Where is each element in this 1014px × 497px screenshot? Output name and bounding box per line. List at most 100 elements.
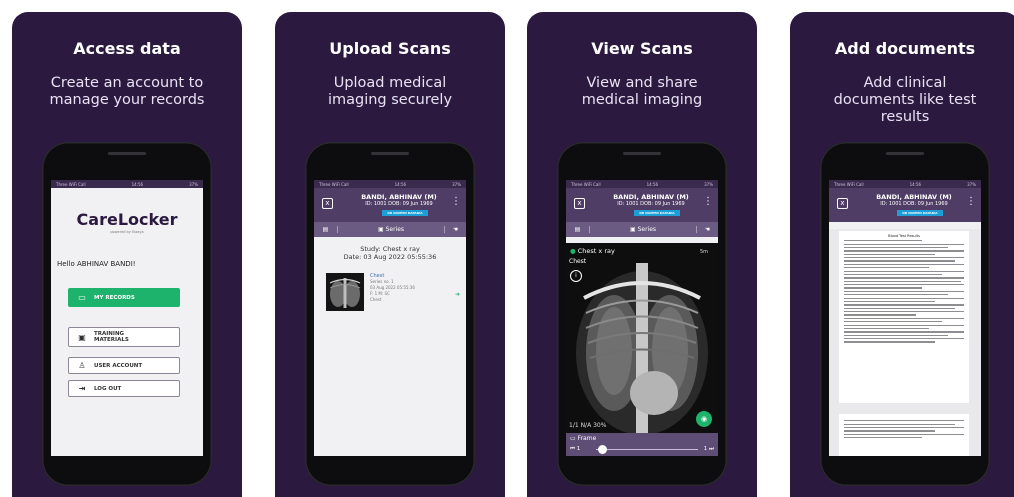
share-arrow-icon[interactable]: ➜ bbox=[455, 291, 460, 298]
tab-series[interactable]: ▣ Series bbox=[590, 226, 696, 233]
hand-tool-icon[interactable]: ☚ bbox=[696, 226, 718, 233]
more-icon[interactable]: ⋮ bbox=[451, 197, 461, 207]
login-screen: Three WiFi Call 14:56 37% CareLocker pow… bbox=[51, 180, 203, 456]
phone-speaker bbox=[108, 152, 146, 155]
phone-frame: Three WiFi Call 14:56 37% x BANDI, ABHIN… bbox=[305, 142, 475, 486]
status-bar: Three WiFi Call 14:56 37% bbox=[51, 180, 203, 188]
chest-xray-image bbox=[566, 243, 718, 433]
card-title: Add documents bbox=[834, 39, 976, 58]
frame-end: 1 ⏭ bbox=[704, 446, 714, 453]
patient-header: x BANDI, ABHINAV (M) ID: 1001 DOB: 09 Ju… bbox=[829, 188, 981, 222]
card-subtitle: View and share medical imaging bbox=[581, 75, 703, 108]
scan-body: Chest bbox=[370, 297, 382, 302]
status-carrier: Three WiFi Call bbox=[571, 181, 601, 187]
logout-icon: ⇥ bbox=[78, 384, 86, 393]
card-upload-scans: Upload Scans Upload medical imaging secu… bbox=[275, 12, 505, 497]
frame-slider-track[interactable] bbox=[596, 449, 698, 450]
status-bar: Three WiFi Call 14:56 37% bbox=[829, 180, 981, 188]
frame-start: ⏮ 1 bbox=[570, 446, 580, 453]
phone-frame: Three WiFi Call 14:56 37% x BANDI, ABHIN… bbox=[557, 142, 727, 486]
viewer-title: ● Chest x ray bbox=[570, 247, 615, 255]
my-records-button[interactable]: ▭ MY RECORDS bbox=[68, 288, 180, 307]
patient-name: BANDI, ABHINAV (M) bbox=[361, 193, 437, 201]
status-battery: 37% bbox=[967, 181, 976, 187]
viewer-screen: Three WiFi Call 14:56 37% x BANDI, ABHIN… bbox=[566, 180, 718, 456]
training-label: TRAINING MATERIALS bbox=[94, 331, 129, 343]
more-icon[interactable]: ⋮ bbox=[703, 197, 713, 207]
tab-series-label: Series bbox=[385, 226, 405, 233]
frame-bar: ▭ Frame ⏮ 1 1 ⏭ bbox=[566, 433, 718, 456]
hand-tool-icon[interactable]: ☚ bbox=[444, 226, 466, 233]
status-carrier: Three WiFi Call bbox=[834, 181, 864, 187]
phone-speaker bbox=[886, 152, 924, 155]
forward-icon[interactable]: ⏭ bbox=[709, 446, 714, 452]
app-logo-text: CareLocker bbox=[76, 210, 178, 229]
status-time: 14:56 bbox=[394, 181, 407, 187]
camera-icon[interactable]: ◉ bbox=[696, 411, 712, 427]
live-dot-icon: ● bbox=[570, 247, 576, 255]
patient-ids: ID: 1001 DOB: 09 Jun 1969 bbox=[365, 201, 433, 207]
document-page: Blood Test Results bbox=[839, 231, 969, 403]
status-carrier: Three WiFi Call bbox=[56, 181, 86, 187]
tab-bar: ▤ ▣ Series ☚ bbox=[314, 222, 466, 237]
app-logo: CareLocker bbox=[51, 210, 203, 229]
folder-icon: ▭ bbox=[78, 293, 86, 302]
frame-start-text: 1 bbox=[576, 446, 581, 452]
viewer-label: Chest x ray bbox=[577, 247, 615, 255]
document-screen: Three WiFi Call 14:56 37% x BANDI, ABHIN… bbox=[829, 180, 981, 456]
rewind-icon[interactable]: ⏮ bbox=[570, 446, 575, 452]
scan-meta: Chest Series no. 1 03 Aug 2022 05:55:36 … bbox=[370, 273, 415, 303]
card-access-data: Access data Create an account to manage … bbox=[12, 12, 242, 497]
doctor-badge: DR NAVEEN KAPADIA bbox=[897, 210, 943, 216]
document-viewer[interactable]: Blood Test Results bbox=[829, 229, 981, 456]
gallery-tab-icon[interactable]: ▤ bbox=[314, 226, 338, 233]
patient-name: BANDI, ABHINAV (M) bbox=[613, 193, 689, 201]
status-time: 14:56 bbox=[646, 181, 659, 187]
frame-label: ▭ Frame bbox=[570, 435, 597, 442]
series-screen: Three WiFi Call 14:56 37% x BANDI, ABHIN… bbox=[314, 180, 466, 456]
tab-bar: ▤ ▣ Series ☚ bbox=[566, 222, 718, 237]
xray-icon[interactable]: x bbox=[837, 198, 848, 209]
status-bar: Three WiFi Call 14:56 37% bbox=[314, 180, 466, 188]
info-icon[interactable]: i bbox=[570, 270, 582, 282]
patient-header: x BANDI, ABHINAV (M) ID: 1001 DOB: 09 Ju… bbox=[314, 188, 466, 222]
document-page-2 bbox=[839, 414, 969, 456]
study-date: Date: 03 Aug 2022 05:55:36 bbox=[343, 253, 437, 261]
logout-button[interactable]: ⇥ LOG OUT bbox=[68, 380, 180, 397]
patient-header: x BANDI, ABHINAV (M) ID: 1001 DOB: 09 Ju… bbox=[566, 188, 718, 222]
study-title: Study: Chest x ray bbox=[360, 245, 420, 253]
status-battery: 37% bbox=[189, 181, 198, 187]
xray-thumbnail[interactable] bbox=[326, 273, 364, 311]
book-icon: ▣ bbox=[78, 332, 86, 342]
user-icon: ♙ bbox=[78, 361, 86, 370]
card-title: Access data bbox=[73, 39, 181, 58]
doctor-badge: DR NAVEEN KAPADIA bbox=[382, 210, 428, 216]
my-records-label: MY RECORDS bbox=[94, 294, 135, 301]
gallery-tab-icon[interactable]: ▤ bbox=[566, 226, 590, 233]
viewer-corner-text: 5m bbox=[699, 249, 708, 255]
user-account-button[interactable]: ♙ USER ACCOUNT bbox=[68, 357, 180, 374]
image-viewer[interactable]: ● Chest x ray Chest 5m i 1/1 N/A 30% ◉ bbox=[566, 243, 718, 433]
xray-icon[interactable]: x bbox=[322, 198, 333, 209]
card-subtitle: Upload medical imaging securely bbox=[327, 75, 453, 108]
user-account-label: USER ACCOUNT bbox=[94, 362, 143, 369]
list-item[interactable]: Chest Series no. 1 03 Aug 2022 05:55:36 … bbox=[326, 273, 460, 311]
patient-ids: ID: 1001 DOB: 09 Jun 1969 bbox=[880, 201, 948, 207]
status-time: 14:56 bbox=[909, 181, 922, 187]
training-label-line2: MATERIALS bbox=[94, 337, 129, 343]
tab-series[interactable]: ▣ Series bbox=[338, 226, 444, 233]
patient-name: BANDI, ABHINAV (M) bbox=[876, 193, 952, 201]
greeting: Hello ABHINAV BANDI! bbox=[57, 260, 136, 268]
viewer-body-part: Chest bbox=[569, 258, 587, 265]
doctor-badge: DR NAVEEN KAPADIA bbox=[634, 210, 680, 216]
frame-slider-handle[interactable] bbox=[598, 445, 607, 454]
training-materials-button[interactable]: ▣ TRAINING MATERIALS bbox=[68, 327, 180, 347]
logout-label: LOG OUT bbox=[94, 385, 122, 392]
status-battery: 37% bbox=[704, 181, 713, 187]
card-title: Upload Scans bbox=[329, 39, 451, 58]
status-bar: Three WiFi Call 14:56 37% bbox=[566, 180, 718, 188]
xray-icon[interactable]: x bbox=[574, 198, 585, 209]
more-icon[interactable]: ⋮ bbox=[966, 197, 976, 207]
card-title: View Scans bbox=[591, 39, 693, 58]
study-info: Study: Chest x ray Date: 03 Aug 2022 05:… bbox=[314, 245, 466, 261]
